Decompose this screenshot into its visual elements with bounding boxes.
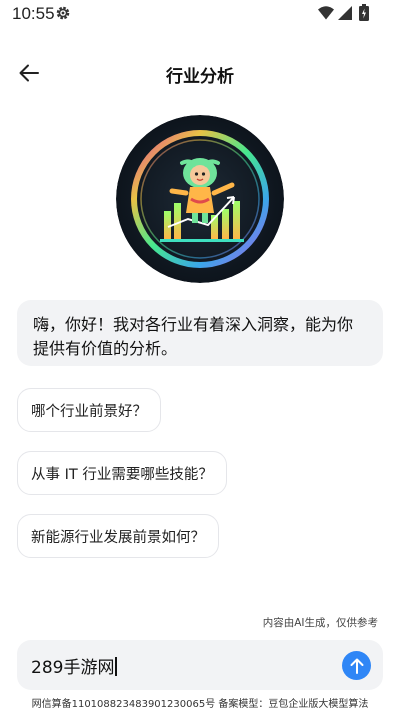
arrow-up-icon bbox=[350, 658, 363, 674]
signal-icon bbox=[338, 6, 352, 20]
send-button[interactable] bbox=[342, 651, 371, 680]
wifi-icon bbox=[318, 6, 334, 20]
footer-registration: 网信算备110108823483901230065号 备案模型：豆包企业版大模型… bbox=[31, 699, 369, 710]
header: 行业分析 bbox=[0, 50, 400, 96]
text-caret bbox=[115, 657, 117, 676]
suggestion-chip[interactable]: 新能源行业发展前景如何？ bbox=[17, 514, 219, 558]
status-bar: 10:55 bbox=[0, 0, 400, 28]
suggestion-chip[interactable]: 从事 IT 行业需要哪些技能？ bbox=[17, 451, 227, 495]
ai-disclaimer: 内容由AI生成，仅供参考 bbox=[262, 617, 378, 629]
gear-icon bbox=[56, 6, 70, 20]
suggestion-chip[interactable]: 哪个行业前景好？ bbox=[17, 388, 161, 432]
avatar bbox=[116, 115, 284, 283]
page-title: 行业分析 bbox=[166, 67, 234, 87]
message-input[interactable]: 289手游网 bbox=[31, 653, 117, 678]
message-input-value: 289手游网 bbox=[31, 658, 115, 678]
message-input-bar[interactable]: 289手游网 bbox=[17, 640, 383, 690]
status-time: 10:55 bbox=[12, 4, 55, 23]
greeting-message: 嗨，你好！我对各行业有着深入洞察，能为你提供有价值的分析。 bbox=[17, 300, 383, 366]
screen: 10:55 行业分析 嗨，你好！我对各行业有着深入洞察，能为你提供有价值的分析。… bbox=[0, 0, 400, 711]
battery-icon bbox=[359, 4, 369, 21]
